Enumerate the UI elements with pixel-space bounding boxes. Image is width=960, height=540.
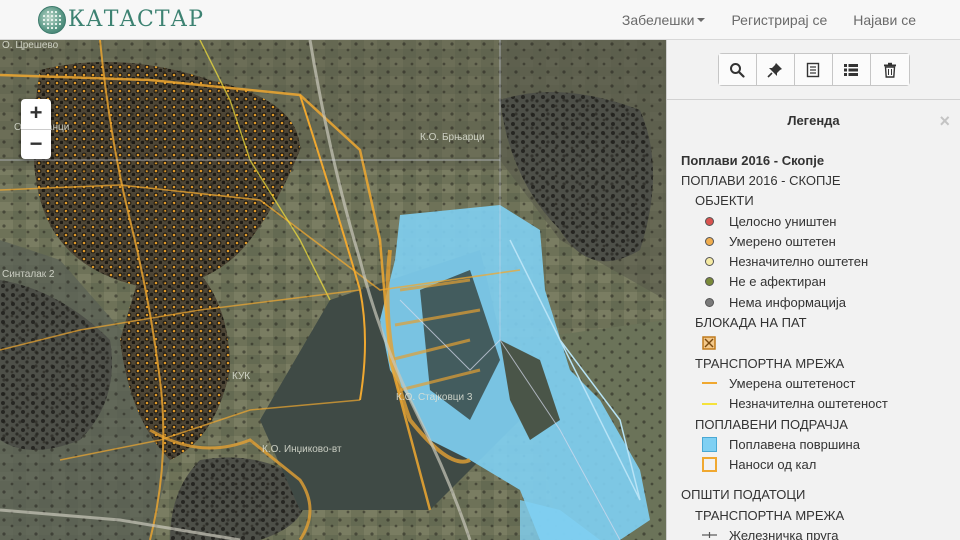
legend-item-label: Незначително оштетен bbox=[729, 254, 869, 270]
zoom-out-button[interactable]: − bbox=[21, 129, 51, 159]
notes-dropdown[interactable]: Забелешки bbox=[622, 12, 706, 28]
map-label-brnjarci: К.О. Брњарци bbox=[420, 132, 485, 143]
legend-item-label: Наноси од кал bbox=[729, 457, 817, 473]
panel-toolbar bbox=[717, 53, 910, 86]
legend-item: Наноси од кал bbox=[681, 454, 960, 474]
legend-item: Незначително оштетен bbox=[681, 251, 960, 271]
legend-group-title: ПОПЛАВИ 2016 - СКОПЈЕ bbox=[681, 172, 841, 188]
zoom-in-button[interactable]: + bbox=[21, 99, 51, 129]
legend-item-label: Умерено оштетен bbox=[729, 233, 836, 249]
map-label-sintalak: Синталак 2 bbox=[2, 269, 55, 280]
search-icon bbox=[730, 62, 745, 78]
delete-button[interactable] bbox=[870, 54, 909, 85]
legend-panel: Легенда × Поплави 2016 - Скопје ПОПЛАВИ … bbox=[666, 40, 960, 540]
orange-outline-icon bbox=[701, 457, 717, 473]
legend-layer-title: Поплави 2016 - Скопје bbox=[681, 152, 825, 168]
legend-item: Незначителна оштетеност bbox=[681, 394, 960, 414]
legend-item: Железничка пруга bbox=[681, 525, 960, 540]
legend-body: Поплави 2016 - Скопје ПОПЛАВИ 2016 - СКО… bbox=[667, 140, 960, 540]
map-label-cresevo: О. Црешево bbox=[2, 40, 59, 51]
search-button[interactable] bbox=[718, 54, 757, 85]
map-label-stajkovci: К.О. Стајковци 3 bbox=[396, 392, 473, 403]
legend-transport-heading: ТРАНСПОРТНА МРЕЖА bbox=[695, 355, 845, 371]
legend-item-label: Незначителна оштетеност bbox=[729, 396, 888, 412]
red-dot-icon bbox=[701, 213, 717, 229]
pin-button[interactable] bbox=[756, 54, 795, 85]
legend-blockade-heading: БЛОКАДА НА ПАТ bbox=[695, 315, 807, 331]
brand-name: КАТАСТАР bbox=[68, 7, 204, 32]
trash-icon bbox=[883, 62, 896, 78]
legend-general-sub: ТРАНСПОРТНА МРЕЖА bbox=[695, 507, 845, 523]
brand-logo[interactable]: КАТАСТАР bbox=[38, 0, 204, 40]
legend-general-heading: ОПШТИ ПОДАТОЦИ bbox=[681, 487, 806, 503]
register-link[interactable]: Регистрирај се bbox=[731, 12, 827, 28]
legend-item-label: Железничка пруга bbox=[729, 527, 839, 540]
login-link[interactable]: Најави се bbox=[853, 12, 916, 28]
document-button[interactable] bbox=[794, 54, 833, 85]
orange-dot-icon bbox=[701, 233, 717, 249]
legend-item bbox=[681, 333, 960, 353]
pin-icon bbox=[767, 62, 782, 78]
legend-header: Легенда × bbox=[667, 100, 960, 140]
map-view[interactable]: О. Црешево О. Огњанци Синталак 2 К.О. Бр… bbox=[0, 40, 666, 540]
document-icon bbox=[806, 62, 820, 77]
aerial-imagery bbox=[0, 40, 666, 540]
gray-dot-icon bbox=[701, 294, 717, 310]
legend-flooded-heading: ПОПЛАВЕНИ ПОДРАЧЈА bbox=[695, 416, 848, 432]
close-legend-button[interactable]: × bbox=[939, 112, 950, 130]
nav-menu: Забелешки Регистрирај се Најави се bbox=[622, 12, 916, 28]
layers-list-button[interactable] bbox=[832, 54, 871, 85]
legend-item-label: Не е афектиран bbox=[729, 274, 826, 290]
legend-title: Легенда bbox=[787, 113, 840, 128]
legend-item: Умерено оштетен bbox=[681, 231, 960, 251]
legend-item: Поплавена површина bbox=[681, 434, 960, 454]
list-icon bbox=[844, 63, 858, 76]
road-block-icon bbox=[701, 335, 717, 351]
yellow-line-icon bbox=[701, 396, 717, 412]
legend-item-label: Нема информација bbox=[729, 294, 846, 310]
top-navbar: КАТАСТАР Забелешки Регистрирај се Најави… bbox=[0, 0, 960, 40]
map-label-kuk: КУК bbox=[232, 371, 251, 382]
olive-dot-icon bbox=[701, 274, 717, 290]
legend-item-label: Поплавена површина bbox=[729, 436, 860, 452]
notes-label: Забелешки bbox=[621, 11, 695, 28]
globe-logo-icon bbox=[38, 5, 66, 34]
map-label-indjikovo: К.О. Инџиково-вт bbox=[262, 444, 342, 455]
caret-down-icon bbox=[697, 17, 706, 22]
yellow-dot-icon bbox=[701, 254, 717, 270]
legend-item: Нема информација bbox=[681, 292, 960, 312]
railway-icon bbox=[701, 527, 717, 540]
legend-item-label: Целосно уништен bbox=[729, 213, 837, 229]
legend-item: Умерена оштетеност bbox=[681, 373, 960, 393]
legend-item: Не е афектиран bbox=[681, 272, 960, 292]
orange-line-icon bbox=[701, 375, 717, 391]
legend-item-label: Умерена оштетеност bbox=[729, 375, 856, 391]
panel-toolbar-area bbox=[667, 40, 960, 100]
legend-objects-heading: ОБЈЕКТИ bbox=[695, 193, 754, 209]
zoom-control: + − bbox=[21, 99, 51, 159]
legend-item: Целосно уништен bbox=[681, 211, 960, 231]
blue-fill-icon bbox=[701, 436, 717, 452]
